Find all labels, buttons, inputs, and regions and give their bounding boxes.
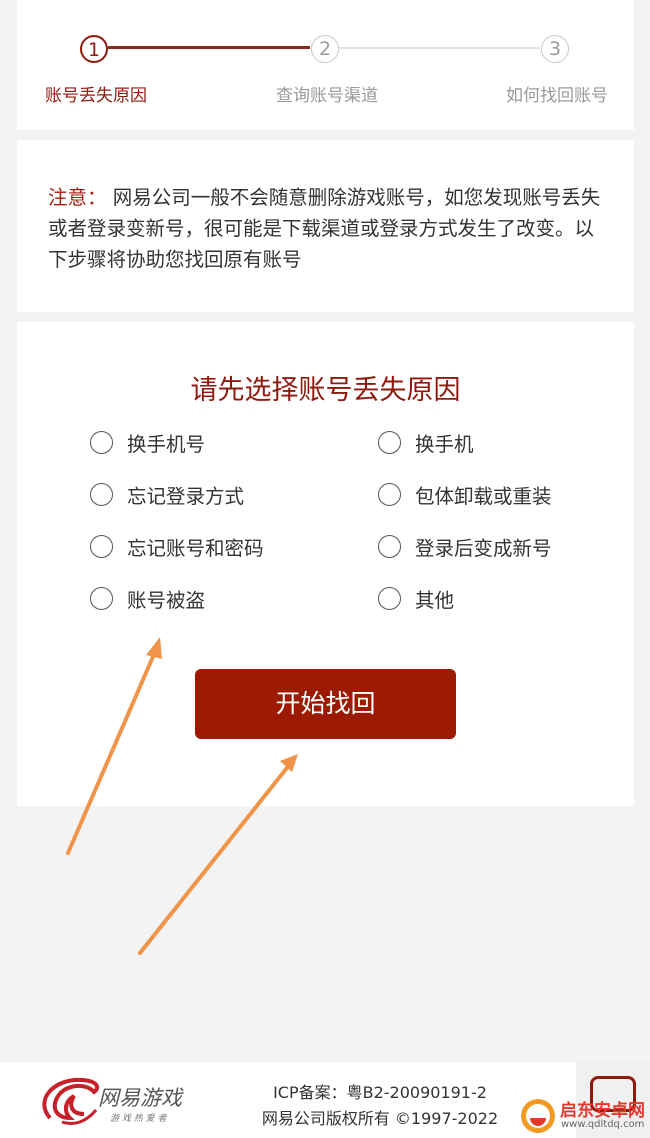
reason-title: 请先选择账号丢失原因 — [190, 375, 461, 406]
option-label: 换手机 — [415, 432, 474, 456]
step-2-label: 查询账号渠道 — [276, 86, 378, 106]
option-label: 登录后变成新号 — [415, 536, 552, 560]
step-1-circle: 1 — [80, 35, 108, 63]
notice-text: 注意： 网易公司一般不会随意删除游戏账号，如您发现账号丢失或者登录变新号，很可能… — [48, 182, 608, 275]
logo-sub-text: 游 戏 热 爱 者 — [110, 1113, 167, 1124]
logo-main-text: 网易游戏 — [98, 1086, 184, 1110]
notice-prefix: 注意： — [48, 186, 107, 209]
option-label: 其他 — [415, 588, 455, 612]
netease-games-logo: 网易游戏 游 戏 热 爱 者 — [42, 1077, 184, 1125]
step-3-label: 如何找回账号 — [506, 86, 608, 106]
option-label: 忘记登录方式 — [127, 484, 245, 508]
footer: 网易游戏 游 戏 热 爱 者 ICP备案：粤B2-20090191-2 网易公司… — [0, 1062, 650, 1138]
option-new-account-after-login[interactable]: 登录后变成新号 — [378, 531, 552, 561]
radio-circle[interactable] — [378, 534, 401, 558]
option-other[interactable]: 其他 — [378, 583, 454, 613]
option-change-phone[interactable]: 换手机 — [378, 427, 474, 457]
option-reinstall[interactable]: 包体卸载或重装 — [378, 479, 552, 509]
watermark-url: www.qdltdq.com — [561, 1119, 645, 1130]
watermark-logo-icon — [521, 1099, 555, 1133]
option-forgot-account-password[interactable]: 忘记账号和密码 — [90, 531, 264, 561]
notice-body: 网易公司一般不会随意删除游戏账号，如您发现账号丢失或者登录变新号，很可能是下载渠… — [48, 186, 601, 271]
step-line-completed — [108, 46, 310, 49]
watermark-name: 启东安卓网 — [560, 1101, 645, 1121]
radio-circle[interactable] — [90, 586, 113, 610]
site-watermark: 启东安卓网 www.qdltdq.com — [518, 1094, 650, 1138]
option-label: 忘记账号和密码 — [127, 536, 264, 560]
notice-card: 注意： 网易公司一般不会随意删除游戏账号，如您发现账号丢失或者登录变新号，很可能… — [17, 140, 634, 312]
option-forgot-login-method[interactable]: 忘记登录方式 — [90, 479, 244, 509]
step-line-pending — [339, 47, 540, 49]
progress-steps: 1 2 3 账号丢失原因 查询账号渠道 如何找回账号 — [17, 0, 634, 130]
option-account-stolen[interactable]: 账号被盗 — [90, 583, 205, 613]
radio-circle[interactable] — [90, 534, 113, 558]
option-change-phone-number[interactable]: 换手机号 — [90, 427, 205, 457]
reason-card: 请先选择账号丢失原因 换手机号 换手机 忘记登录方式 包体卸载或重装 忘记账号和… — [17, 322, 634, 806]
radio-circle[interactable] — [378, 482, 401, 506]
radio-circle[interactable] — [90, 482, 113, 506]
option-label: 账号被盗 — [127, 588, 206, 612]
radio-circle[interactable] — [378, 430, 401, 454]
radio-circle[interactable] — [378, 586, 401, 610]
logo-swirl-icon — [42, 1077, 100, 1121]
step-2-circle: 2 — [311, 35, 339, 63]
start-recovery-button[interactable]: 开始找回 — [195, 669, 456, 739]
radio-circle[interactable] — [90, 430, 113, 454]
copyright-text: 网易公司版权所有 ©1997-2022 — [261, 1109, 499, 1128]
step-3-circle: 3 — [541, 35, 569, 63]
option-label: 换手机号 — [127, 432, 206, 456]
option-label: 包体卸载或重装 — [415, 484, 552, 508]
icp-record[interactable]: ICP备案：粤B2-20090191-2 — [250, 1079, 510, 1103]
step-1-label: 账号丢失原因 — [45, 86, 147, 106]
